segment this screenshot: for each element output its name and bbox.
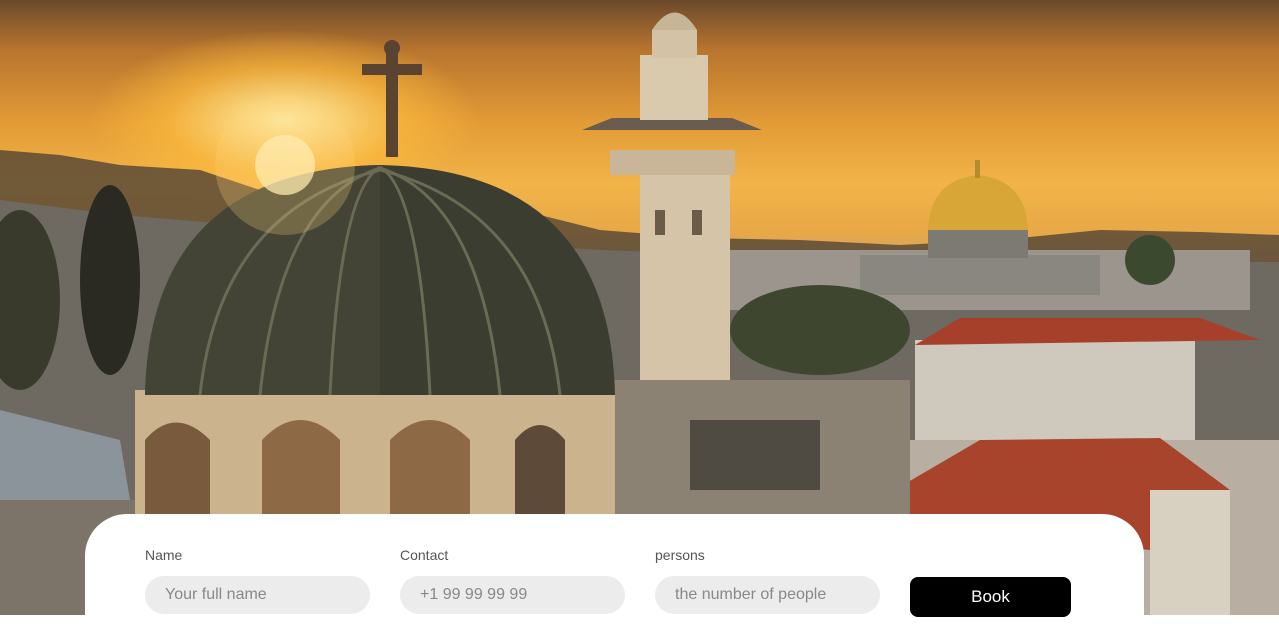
name-input[interactable]: [145, 576, 370, 614]
name-field: Name: [145, 547, 370, 614]
contact-input[interactable]: [400, 576, 625, 614]
persons-input[interactable]: [655, 576, 880, 614]
name-label: Name: [145, 547, 183, 563]
contact-label: Contact: [400, 547, 449, 563]
contact-field: Contact: [400, 547, 625, 614]
book-button[interactable]: Book: [910, 577, 1071, 617]
persons-label: persons: [655, 547, 705, 563]
booking-form: Name Contact persons Book: [85, 514, 1144, 637]
persons-field: persons: [655, 547, 880, 614]
